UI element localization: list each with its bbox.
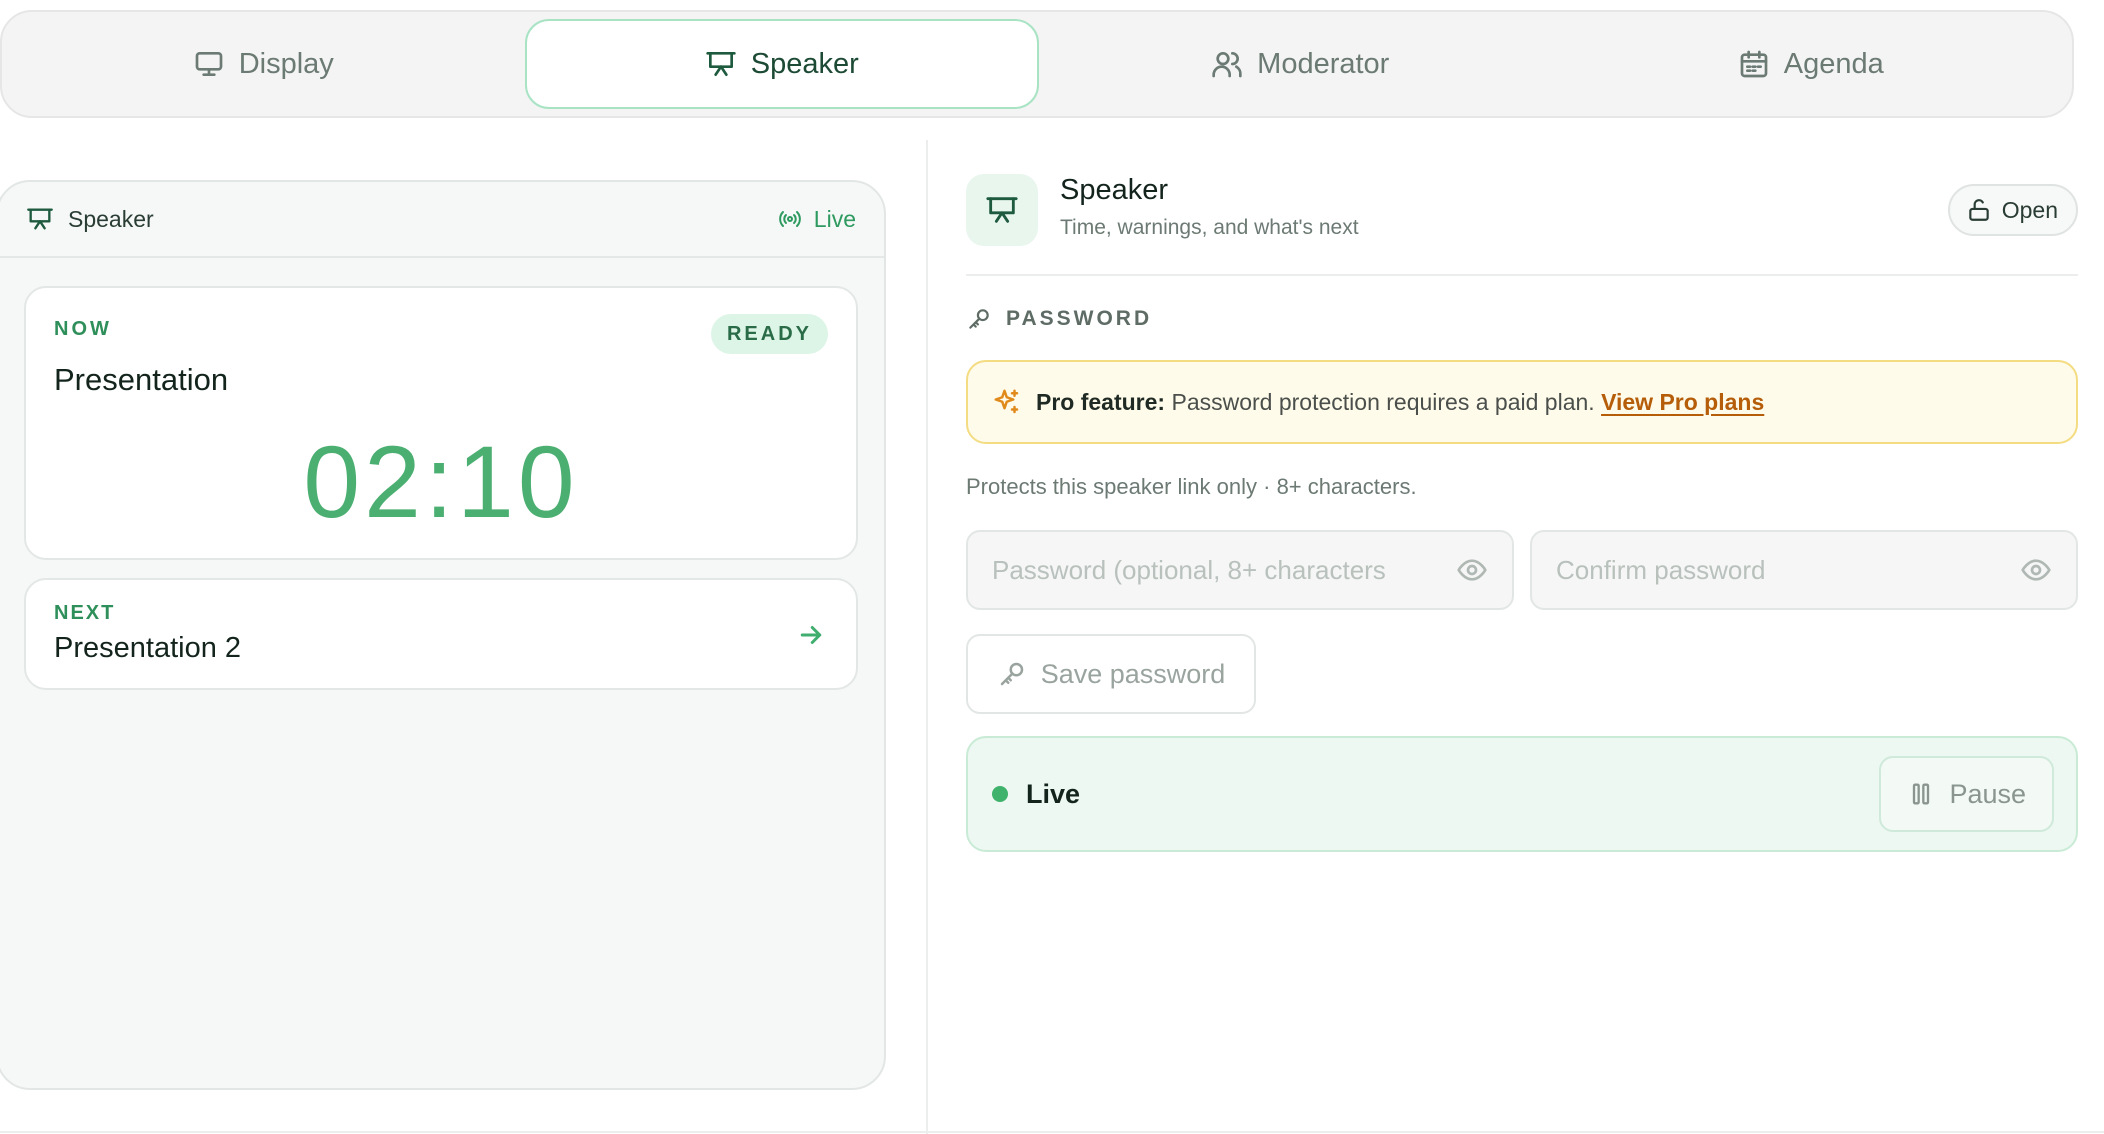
- open-button-label: Open: [2001, 196, 2058, 223]
- pro-banner-text: Pro feature: Password protection require…: [1036, 389, 1764, 416]
- now-card: NOW READY Presentation 02:10: [24, 286, 858, 560]
- tab-agenda[interactable]: Agenda: [1556, 19, 2067, 109]
- password-inputs: [966, 530, 2078, 610]
- tab-speaker[interactable]: Speaker: [524, 19, 1039, 109]
- presentation-icon: [986, 197, 1018, 223]
- live-status-bar: Live Pause: [966, 736, 2078, 852]
- tab-speaker-label: Speaker: [750, 47, 859, 80]
- pause-icon: [1913, 783, 1930, 805]
- settings-subtitle: Time, warnings, and what's next: [1060, 216, 1359, 239]
- tab-agenda-label: Agenda: [1783, 47, 1884, 80]
- pause-button[interactable]: Pause: [1879, 756, 2054, 832]
- live-indicator: Live: [778, 206, 856, 233]
- live-dot-icon: [992, 786, 1008, 802]
- sparkles-icon: [994, 389, 1019, 414]
- eye-icon[interactable]: [2020, 554, 2052, 586]
- password-section-text: PASSWORD: [1006, 307, 1153, 330]
- pro-feature-banner: Pro feature: Password protection require…: [966, 360, 2078, 444]
- open-button[interactable]: Open: [1947, 184, 2078, 236]
- confirm-password-field: [1530, 530, 2078, 610]
- settings-header: Speaker Time, warnings, and what's next …: [966, 170, 2078, 276]
- speaker-settings: Speaker Time, warnings, and what's next …: [966, 170, 2078, 852]
- bottom-divider: [0, 1131, 2104, 1133]
- ready-badge: READY: [710, 314, 828, 354]
- broadcast-icon: [778, 211, 801, 227]
- preview-title-group: Speaker: [26, 205, 154, 233]
- presentation-icon: [27, 208, 53, 230]
- calendar-icon: [1740, 50, 1768, 78]
- eye-icon[interactable]: [1456, 554, 1488, 586]
- preview-header: Speaker Live: [0, 182, 884, 258]
- password-input[interactable]: [992, 554, 1414, 586]
- now-title: Presentation: [54, 362, 229, 397]
- preview-title: Speaker: [68, 205, 154, 232]
- countdown-timer: 02:10: [303, 425, 579, 539]
- speaker-preview-panel: Speaker Live NOW READY Presentation 02:1…: [0, 180, 886, 1090]
- protect-note: Protects this speaker link only · 8+ cha…: [966, 474, 1417, 499]
- tab-display-label: Display: [238, 47, 334, 80]
- confirm-password-input[interactable]: [1556, 554, 1978, 586]
- pause-button-label: Pause: [1949, 778, 2026, 809]
- next-title: Presentation 2: [54, 632, 242, 664]
- view-tabs: Display Speaker Moderator Agenda: [0, 10, 2074, 118]
- speaker-icon-tile: [966, 174, 1038, 246]
- key-icon: [969, 309, 989, 329]
- arrow-right-icon: [800, 626, 822, 644]
- monitor-icon: [195, 51, 223, 76]
- save-password-label: Save password: [1040, 658, 1226, 689]
- view-pro-plans-link[interactable]: View Pro plans: [1601, 389, 1764, 415]
- next-label: NEXT: [54, 602, 116, 624]
- tab-moderator[interactable]: Moderator: [1045, 19, 1556, 109]
- password-field: [966, 530, 1514, 610]
- users-icon: [1212, 52, 1242, 78]
- pro-banner-body: Password protection requires a paid plan…: [1165, 388, 1602, 415]
- save-password-button[interactable]: Save password: [966, 634, 1256, 714]
- pro-banner-strong: Pro feature:: [1036, 388, 1166, 415]
- now-label: NOW: [54, 318, 112, 340]
- live-status-group: Live: [992, 779, 1080, 810]
- live-status-text: Live: [813, 205, 856, 232]
- vertical-divider: [926, 140, 928, 1134]
- unlock-icon: [1968, 199, 1989, 221]
- presentation-icon: [706, 52, 736, 76]
- live-status-label: Live: [1026, 778, 1081, 809]
- password-section-label: PASSWORD: [966, 306, 2078, 332]
- tab-display[interactable]: Display: [8, 19, 519, 109]
- settings-title: Speaker: [1060, 174, 1169, 206]
- tab-moderator-label: Moderator: [1257, 47, 1390, 80]
- key-icon: [1000, 662, 1023, 686]
- next-card[interactable]: NEXT Presentation 2: [24, 578, 858, 690]
